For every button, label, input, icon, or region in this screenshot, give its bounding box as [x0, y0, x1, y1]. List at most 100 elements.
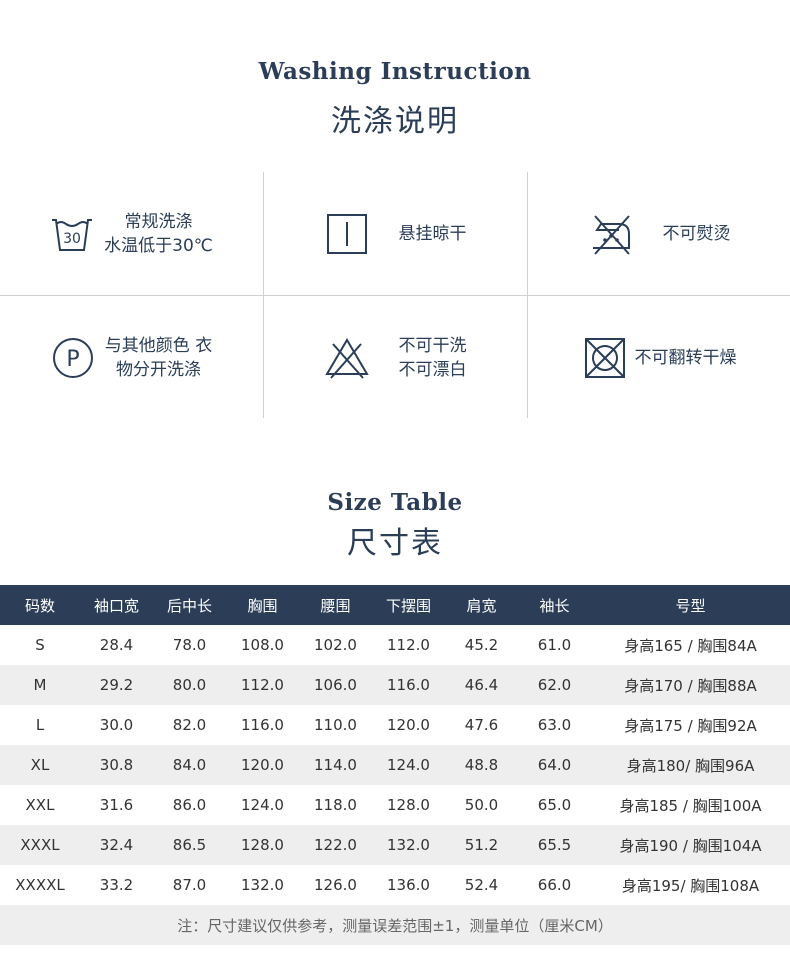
table-cell: 31.6: [99, 796, 134, 814]
size-table-title-en: Size Table: [327, 489, 463, 516]
table-note-row: 注：尺寸建议仅供参考，测量误差范围±1，测量单位（厘米CM）: [0, 905, 790, 945]
table-cell: 122.0: [314, 836, 357, 854]
wash-item-no-iron: 不可熨烫: [528, 172, 790, 295]
wash-30-icon: 30: [50, 212, 94, 256]
header-cell: 后中长: [166, 596, 212, 615]
table-cell: 47.6: [464, 716, 499, 734]
table-row: M 29.2 80.0 112.0 106.0 116.0 46.4 62.0 …: [0, 665, 790, 705]
table-cell: 132.0: [241, 876, 284, 894]
table-cell: 112.0: [387, 636, 430, 654]
table-header-row: 码数 袖口宽 后中长 胸围 腰围 下摆围 肩宽 袖长 号型: [0, 585, 790, 625]
table-cell: 78.0: [172, 636, 207, 654]
wash-item-text: 悬挂晾干: [398, 223, 467, 244]
header-cell: 袖长: [539, 596, 570, 615]
svg-text:30: 30: [63, 231, 81, 247]
table-cell: 82.0: [172, 716, 207, 734]
table-cell: 124.0: [241, 796, 284, 814]
table-cell: 116.0: [387, 676, 430, 694]
no-tumble-dry-icon: [583, 336, 627, 380]
table-cell: 64.0: [537, 756, 572, 774]
table-cell: 65.5: [537, 836, 572, 854]
table-cell: 114.0: [314, 756, 357, 774]
table-cell: 102.0: [314, 636, 357, 654]
wash-item-text: 不可干洗 不可漂白: [398, 335, 467, 380]
table-cell: L: [35, 716, 45, 734]
wash-item-hang-dry: 悬挂晾干: [264, 172, 527, 295]
wash-item-separate: P 与其他颜色 衣 物分开洗涤: [0, 296, 263, 419]
table-cell: 110.0: [314, 716, 357, 734]
table-cell: XXXL: [20, 836, 60, 854]
table-cell: 身高190 / 胸围104A: [619, 836, 762, 855]
header-cell: 号型: [675, 596, 706, 615]
table-cell: 30.0: [99, 716, 134, 734]
table-cell: 126.0: [314, 876, 357, 894]
table-cell: XXXXL: [15, 876, 65, 894]
table-cell: 28.4: [99, 636, 134, 654]
wash-item-no-dry-clean: 不可干洗 不可漂白: [264, 296, 527, 419]
svg-text:P: P: [66, 347, 79, 372]
table-cell: 106.0: [314, 676, 357, 694]
table-cell: 86.0: [172, 796, 207, 814]
table-cell: 身高175 / 胸围92A: [624, 716, 757, 735]
header-cell: 肩宽: [466, 596, 497, 615]
table-cell: 112.0: [241, 676, 284, 694]
table-cell: 108.0: [241, 636, 284, 654]
table-cell: 48.8: [464, 756, 499, 774]
header-cell: 码数: [24, 596, 55, 615]
hang-dry-icon: [325, 212, 369, 256]
table-cell: 33.2: [99, 876, 134, 894]
table-cell: 50.0: [464, 796, 499, 814]
table-cell: 128.0: [241, 836, 284, 854]
table-cell: XL: [30, 756, 50, 774]
measurement-note: 注：尺寸建议仅供参考，测量误差范围±1，测量单位（厘米CM）: [177, 916, 613, 935]
table-cell: 80.0: [172, 676, 207, 694]
table-cell: 63.0: [537, 716, 572, 734]
table-cell: 29.2: [99, 676, 134, 694]
table-cell: 118.0: [314, 796, 357, 814]
header-cell: 下摆围: [385, 596, 431, 615]
table-row: S 28.4 78.0 108.0 102.0 112.0 45.2 61.0 …: [0, 625, 790, 665]
table-row: L 30.0 82.0 116.0 110.0 120.0 47.6 63.0 …: [0, 705, 790, 745]
table-cell: M: [33, 676, 47, 694]
washing-title-cn: 洗涤说明: [331, 104, 459, 139]
wash-item-text: 与其他颜色 衣 物分开洗涤: [104, 335, 213, 380]
table-cell: 身高195/ 胸围108A: [621, 876, 760, 895]
header-cell: 袖口宽: [93, 596, 139, 615]
no-dry-clean-no-bleach-icon: [324, 336, 369, 380]
table-row: XL 30.8 84.0 120.0 114.0 124.0 48.8 64.0…: [0, 745, 790, 785]
table-cell: 132.0: [387, 836, 430, 854]
size-table-title-cn: 尺寸表: [347, 526, 443, 561]
wash-item-normal: 30 常规洗涤 水温低于30℃: [0, 172, 263, 295]
table-cell: 86.5: [172, 836, 207, 854]
table-cell: 87.0: [172, 876, 207, 894]
table-cell: 61.0: [537, 636, 572, 654]
table-cell: 66.0: [537, 876, 572, 894]
wash-separately-icon: P: [51, 336, 95, 380]
header-cell: 胸围: [247, 596, 278, 615]
table-cell: 32.4: [99, 836, 134, 854]
size-table: 码数 袖口宽 后中长 胸围 腰围 下摆围 肩宽 袖长 号型 S 28.4 78.…: [0, 585, 790, 945]
no-iron-icon: [589, 212, 633, 256]
table-row: XXXL 32.4 86.5 128.0 122.0 132.0 51.2 65…: [0, 825, 790, 865]
table-cell: 136.0: [387, 876, 430, 894]
table-row: XXL 31.6 86.0 124.0 118.0 128.0 50.0 65.…: [0, 785, 790, 825]
washing-title-en: Washing Instruction: [258, 58, 532, 85]
table-cell: 30.8: [99, 756, 134, 774]
table-cell: 身高165 / 胸围84A: [624, 636, 757, 655]
table-cell: 124.0: [387, 756, 430, 774]
table-cell: 身高180/ 胸围96A: [626, 756, 755, 775]
table-cell: 身高170 / 胸围88A: [624, 676, 757, 695]
table-cell: 65.0: [537, 796, 572, 814]
wash-item-text: 常规洗涤 水温低于30℃: [104, 211, 213, 256]
table-cell: 62.0: [537, 676, 572, 694]
table-cell: 46.4: [464, 676, 499, 694]
wash-item-no-tumble: 不可翻转干燥: [528, 296, 790, 419]
table-cell: 身高185 / 胸围100A: [619, 796, 762, 815]
table-cell: 84.0: [172, 756, 207, 774]
wash-item-text: 不可翻转干燥: [634, 347, 737, 368]
washing-instruction-grid: 30 常规洗涤 水温低于30℃ 悬挂晾干 不可熨烫 P 与其他颜色 衣 物分开洗…: [0, 172, 790, 418]
table-cell: 51.2: [464, 836, 499, 854]
table-cell: 52.4: [464, 876, 499, 894]
wash-item-text: 不可熨烫: [662, 223, 731, 244]
table-cell: S: [35, 636, 45, 654]
